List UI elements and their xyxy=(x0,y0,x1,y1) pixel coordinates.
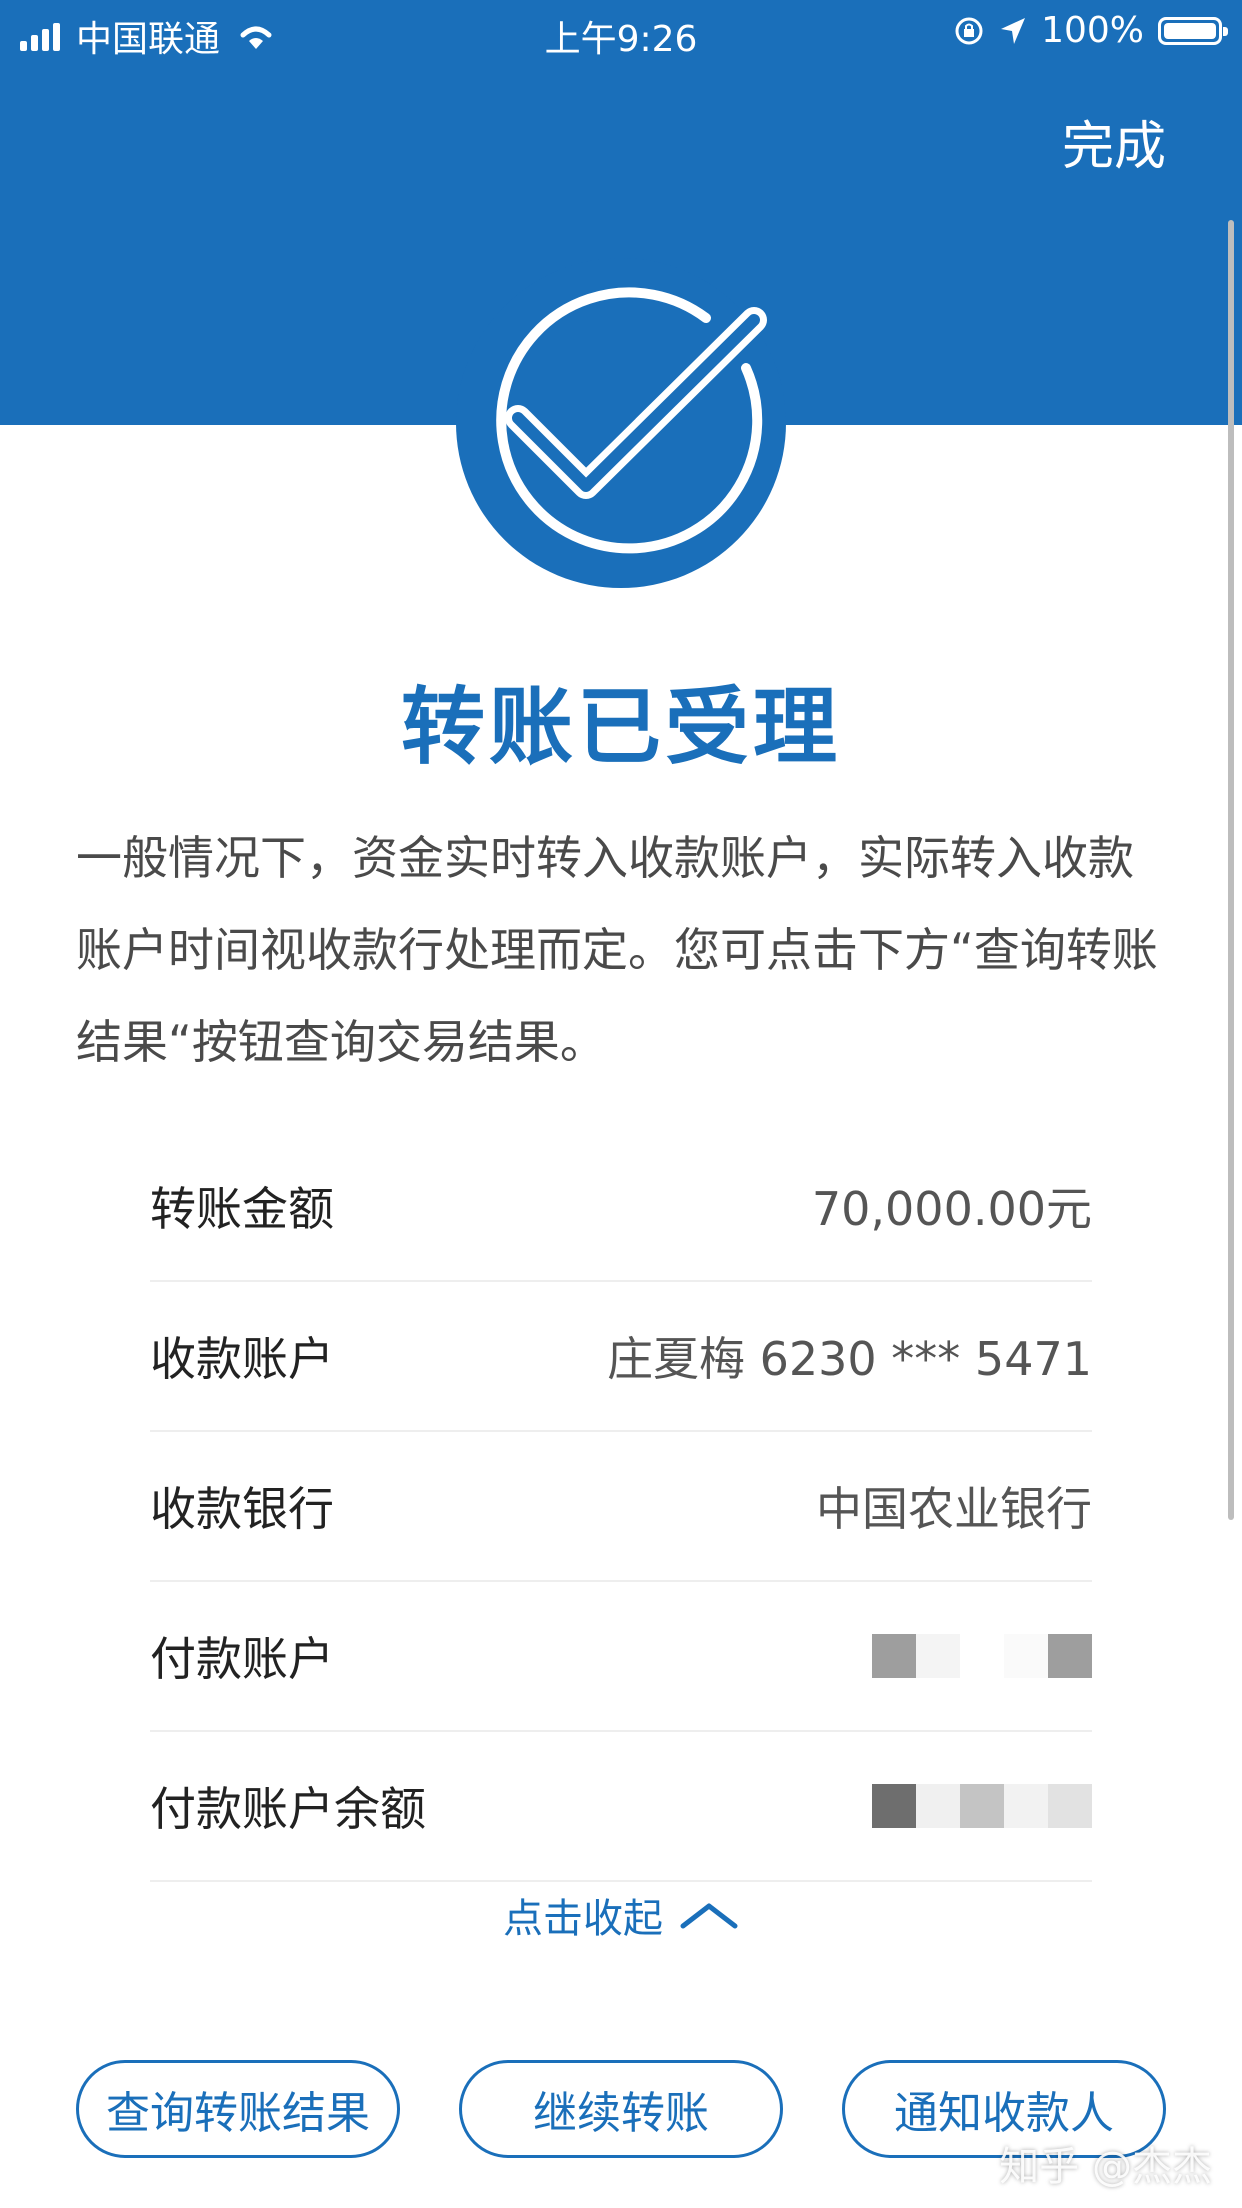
rotation-lock-icon xyxy=(955,17,983,44)
detail-row-payer-account: 付款账户 xyxy=(150,1582,1092,1732)
detail-value: 庄夏梅 6230 *** 5471 xyxy=(607,1332,1092,1386)
detail-label: 付款账户 xyxy=(150,1632,334,1686)
detail-row-payer-balance: 付款账户余额 xyxy=(150,1732,1092,1882)
detail-label: 付款账户余额 xyxy=(150,1782,426,1836)
detail-value: 中国农业银行 xyxy=(816,1482,1092,1536)
scrollbar[interactable] xyxy=(1228,220,1234,1520)
chevron-up-icon xyxy=(680,1903,738,1929)
detail-label: 转账金额 xyxy=(150,1182,334,1236)
masked-value xyxy=(872,1784,1092,1828)
watermark: 知乎 @杰杰 xyxy=(999,2144,1212,2190)
detail-label: 收款银行 xyxy=(150,1482,334,1536)
battery-icon xyxy=(1158,16,1228,45)
battery-percent: 100% xyxy=(1041,10,1144,51)
status-bar: 中国联通 上午9:26 100% xyxy=(0,0,1242,64)
result-title: 转账已受理 xyxy=(400,678,841,776)
detail-label: 收款账户 xyxy=(150,1332,334,1386)
transfer-details: 转账金额 70,000.00元 收款账户 庄夏梅 6230 *** 5471 收… xyxy=(150,1132,1092,1882)
result-description: 一般情况下，资金实时转入收款账户，实际转入收款账户时间视收款行处理而定。您可点击… xyxy=(76,831,1158,1069)
collapse-label: 点击收起 xyxy=(503,1896,663,1942)
query-result-button[interactable]: 查询转账结果 xyxy=(76,2060,400,2158)
masked-value xyxy=(872,1634,1092,1678)
continue-transfer-button[interactable]: 继续转账 xyxy=(459,2060,783,2158)
check-circle-icon xyxy=(456,258,786,588)
location-icon xyxy=(1001,17,1026,44)
clock-time: 上午9:26 xyxy=(544,19,698,60)
done-button[interactable]: 完成 xyxy=(1062,104,1166,179)
detail-row-payee-bank: 收款银行 中国农业银行 xyxy=(150,1432,1092,1582)
collapse-link[interactable]: 点击收起 xyxy=(0,1886,1242,1944)
detail-row-amount: 转账金额 70,000.00元 xyxy=(150,1132,1092,1282)
detail-row-payee-account: 收款账户 庄夏梅 6230 *** 5471 xyxy=(150,1282,1092,1432)
detail-value: 70,000.00元 xyxy=(811,1182,1092,1236)
